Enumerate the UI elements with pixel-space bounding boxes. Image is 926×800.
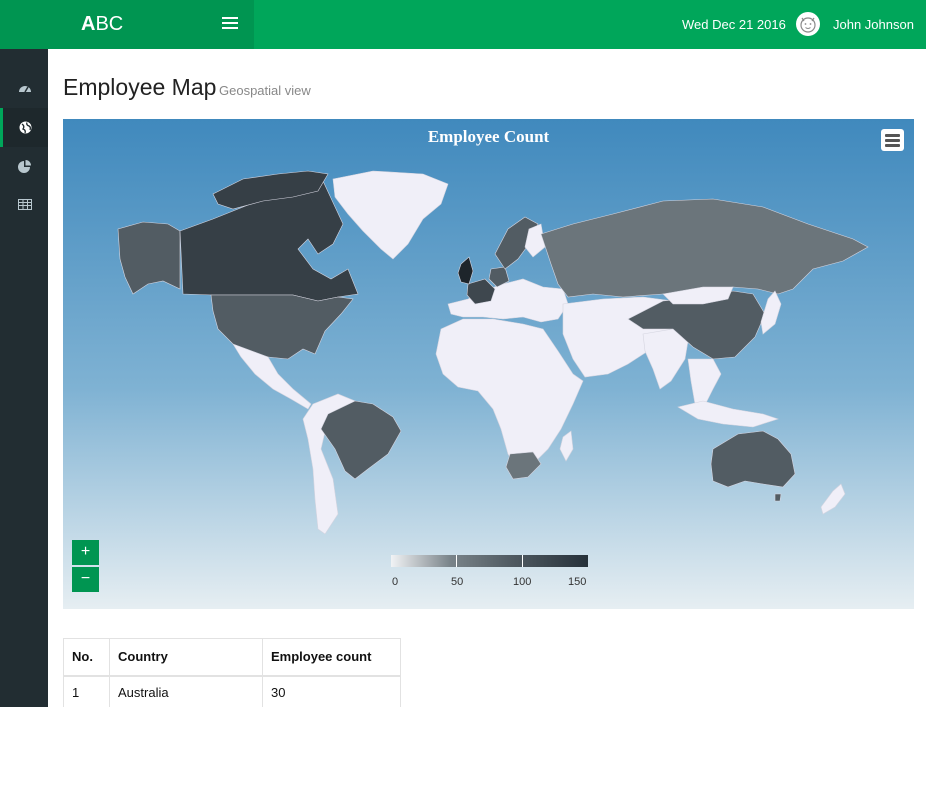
current-date: Wed Dec 21 2016 xyxy=(682,17,786,32)
legend-tick: 50 xyxy=(451,576,464,588)
region-india xyxy=(642,328,689,390)
legend-tick: 150 xyxy=(568,576,587,588)
logo-area: ABC xyxy=(0,0,254,49)
top-navbar: ABC Wed Dec 21 2016 John Johnson xyxy=(0,0,926,49)
table-header-row: No. Country Employee count xyxy=(63,638,401,677)
region-madagascar xyxy=(559,430,574,462)
sidebar-item-dashboard[interactable] xyxy=(0,69,48,108)
region-indonesia xyxy=(677,400,779,428)
sidebar-item-map[interactable] xyxy=(0,108,48,147)
employee-table: No. Country Employee count 1 Australia 3… xyxy=(63,638,401,710)
column-header[interactable]: Employee count xyxy=(262,638,401,677)
color-legend-bar xyxy=(391,555,588,567)
region-europe xyxy=(447,278,569,323)
logo[interactable]: ABC xyxy=(81,13,123,36)
region-usa xyxy=(210,294,354,360)
region-russia xyxy=(540,198,869,298)
region-brazil xyxy=(320,400,402,480)
table-cell: 30 xyxy=(262,675,401,710)
region-japan xyxy=(760,290,782,335)
region-australia xyxy=(710,430,796,488)
region-new-zealand xyxy=(820,483,846,515)
table-row: 1 Australia 30 xyxy=(63,675,401,710)
pie-chart-icon xyxy=(18,160,31,173)
region-alaska xyxy=(117,221,181,295)
dashboard-icon xyxy=(19,86,31,93)
column-header[interactable]: No. xyxy=(63,638,110,677)
user-name[interactable]: John Johnson xyxy=(833,17,914,32)
employee-map[interactable]: Employee Count + − 0 50 100 150 xyxy=(63,119,914,609)
world-map[interactable] xyxy=(63,119,914,609)
column-header[interactable]: Country xyxy=(109,638,263,677)
table-cell: Australia xyxy=(109,675,263,710)
legend-tick: 100 xyxy=(513,576,532,588)
sidebar xyxy=(0,49,48,707)
region-uk xyxy=(457,256,474,285)
table-icon xyxy=(18,199,32,210)
page-title: Employee Map xyxy=(63,74,217,100)
page-bottom-blank xyxy=(0,707,926,800)
hamburger-menu-icon[interactable] xyxy=(222,15,238,31)
globe-icon xyxy=(19,121,32,134)
region-south-africa xyxy=(505,451,542,480)
region-tasmania xyxy=(774,493,782,502)
zoom-out-button[interactable]: − xyxy=(72,567,99,592)
region-greenland xyxy=(332,170,449,260)
page-subtitle: Geospatial view xyxy=(219,83,311,98)
table-cell: 1 xyxy=(63,675,110,710)
zoom-in-button[interactable]: + xyxy=(72,540,99,565)
smiley-face-icon[interactable] xyxy=(796,12,820,36)
sidebar-item-table[interactable] xyxy=(0,186,48,225)
legend-tick: 0 xyxy=(392,576,399,588)
sidebar-item-charts[interactable] xyxy=(0,147,48,186)
